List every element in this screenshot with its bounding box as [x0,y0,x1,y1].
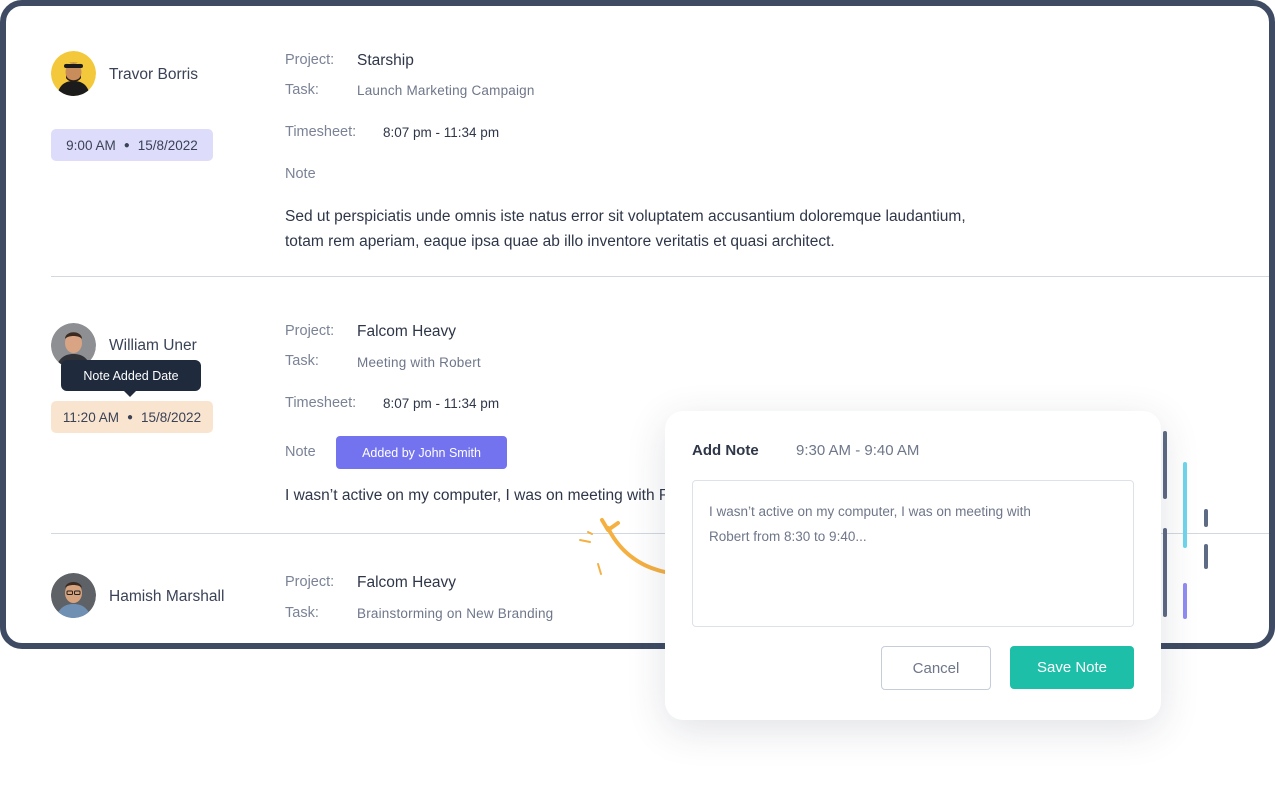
user-name: Travor Borris [109,66,198,83]
note-label: Note [285,166,316,182]
note-label: Note [285,444,316,460]
note-text: Sed ut perspiciatis unde omnis iste natu… [285,204,1085,254]
date-badge-date: 15/8/2022 [137,137,198,153]
task-label: Task: [285,605,319,621]
note-textarea-line: I wasn’t active on my computer, I was on… [709,504,1031,519]
row-divider [51,276,1269,277]
project-label: Project: [285,574,335,590]
dot-separator: ● [123,139,130,151]
note-textarea-line: Robert from 8:30 to 9:40... [709,529,867,544]
dialog-title: Add Note [692,442,759,459]
decorative-bar [1183,583,1187,619]
decorative-bar [1163,431,1167,499]
project-value: Starship [357,52,414,69]
cancel-button[interactable]: Cancel [881,646,991,690]
task-value: Launch Marketing Campaign [357,83,535,98]
avatar [51,51,96,96]
date-badge: 9:00 AM ● 15/8/2022 [51,129,213,161]
user-name: William Uner [109,337,197,354]
task-value: Brainstorming on New Branding [357,606,554,621]
date-badge-time: 11:20 AM [62,409,119,425]
save-note-button[interactable]: Save Note [1010,646,1134,689]
note-line: totam rem aperiam, eaque ipsa quae ab il… [285,233,835,250]
date-badge[interactable]: 11:20 AM ● 15/8/2022 [51,401,213,433]
project-label: Project: [285,52,335,68]
decorative-bar [1183,462,1187,548]
note-line: I wasn’t active on my computer, I was on… [285,487,673,504]
dot-separator: ● [126,411,134,423]
add-note-dialog: Add Note 9:30 AM - 9:40 AM I wasn’t acti… [665,411,1161,720]
user-name: Hamish Marshall [109,588,225,605]
note-line: Sed ut perspiciatis unde omnis iste natu… [285,208,966,225]
project-value: Falcom Heavy [357,323,457,340]
added-by-badge: Added by John Smith [336,436,507,469]
avatar [51,573,96,618]
task-value: Meeting with Robert [357,355,481,370]
timesheet-label: Timesheet: [285,124,357,140]
task-label: Task: [285,353,319,369]
decorative-bar [1204,509,1208,527]
timesheet-label: Timesheet: [285,395,357,411]
tooltip-note-added-date: Note Added Date [61,360,201,397]
decorative-bar [1204,544,1208,569]
decorative-bar [1163,528,1167,617]
timesheet-value: 8:07 pm - 11:34 pm [383,396,500,411]
date-badge-time: 9:00 AM [66,137,116,153]
note-text: I wasn’t active on my computer, I was on… [285,483,673,508]
date-badge-date: 15/8/2022 [141,409,202,425]
dialog-time-range: 9:30 AM - 9:40 AM [796,442,920,459]
project-label: Project: [285,323,335,339]
timesheet-value: 8:07 pm - 11:34 pm [383,125,500,140]
note-textarea[interactable]: I wasn’t active on my computer, I was on… [692,480,1134,627]
task-label: Task: [285,82,319,98]
project-value: Falcom Heavy [357,574,457,591]
